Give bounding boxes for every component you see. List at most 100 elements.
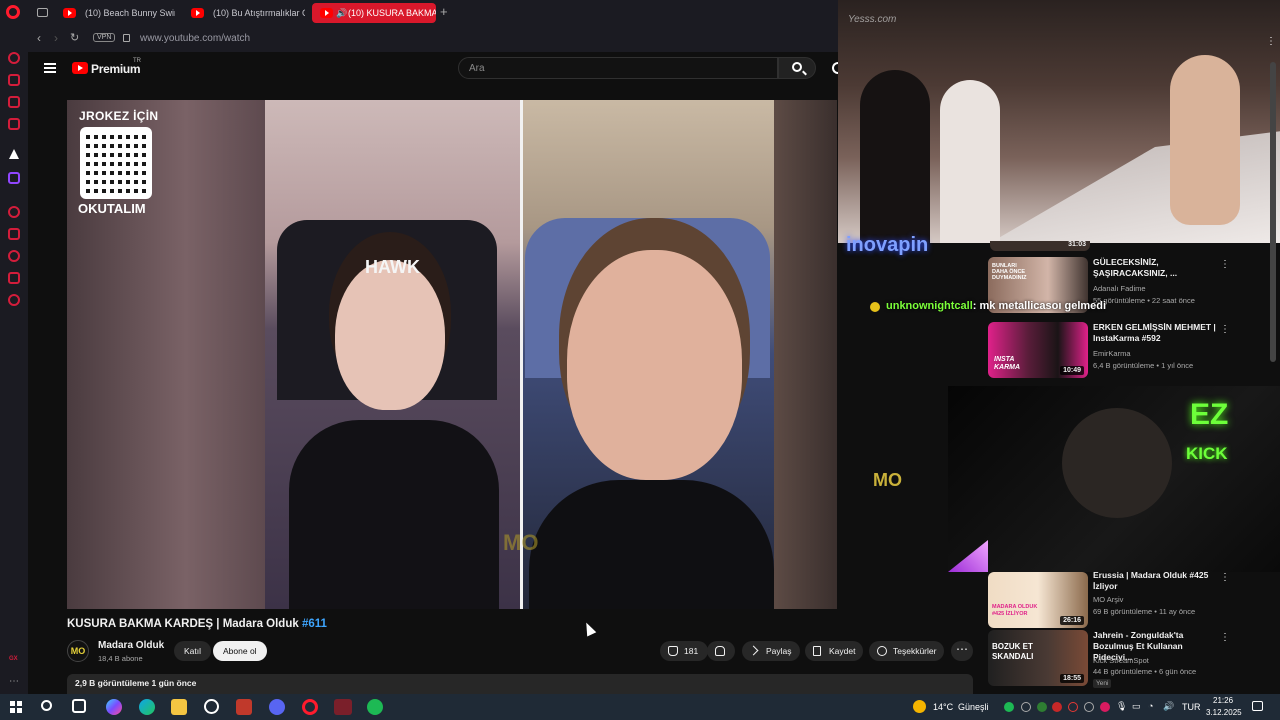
thanks-button[interactable]: Teşekkürler (869, 641, 945, 661)
tray-icon[interactable] (1052, 702, 1062, 712)
spotify-tray-icon[interactable] (1004, 702, 1014, 712)
taskbar-search-icon[interactable] (41, 700, 52, 711)
reload-icon[interactable]: ↻ (70, 31, 79, 44)
network-icon[interactable]: ▭ (1132, 701, 1141, 712)
person-left (335, 260, 445, 410)
volume-icon[interactable]: 🔊 (1163, 701, 1174, 712)
weather-temp[interactable]: 14°C (933, 702, 953, 712)
scrollbar-thumb[interactable] (1270, 62, 1276, 362)
join-button[interactable]: Katıl (174, 641, 212, 661)
description-box[interactable]: 2,9 B görüntüleme 1 gün önce (67, 674, 973, 694)
discord-icon[interactable] (269, 699, 285, 715)
twitch-icon[interactable] (8, 172, 20, 184)
more-options-icon[interactable]: ⋮ (1220, 259, 1230, 270)
share-icon (748, 645, 759, 656)
obs-icon[interactable] (204, 699, 219, 714)
search-button[interactable] (778, 57, 816, 79)
edge-icon[interactable] (139, 699, 155, 715)
share-button[interactable]: Paylaş (742, 641, 800, 661)
mail-icon[interactable] (8, 118, 20, 130)
tab-label: (10) Bu Atıştırmalıklar Gen (213, 8, 305, 18)
video-hashtag[interactable]: #611 (302, 618, 327, 630)
like-count: 181 (684, 646, 699, 656)
gx-icon[interactable]: GX (9, 656, 18, 662)
history-icon[interactable] (8, 206, 20, 218)
windows-start-icon[interactable] (10, 701, 22, 713)
youtube-favicon-icon (320, 8, 333, 18)
more-options-icon[interactable]: ⋮ (1220, 572, 1230, 583)
overlay-watermark: Yesss.com (848, 14, 897, 25)
sidebar-more-icon[interactable]: ⋯ (9, 676, 19, 687)
model-figure (1170, 55, 1240, 225)
url-text[interactable]: www.youtube.com/watch (140, 33, 250, 44)
recommendation-item[interactable]: INSTA KARMA 10:49 ERKEN GELMİŞSİN MEHMET … (988, 322, 1268, 380)
opera-gx-taskbar-icon[interactable] (334, 699, 352, 715)
downloads-icon[interactable] (8, 228, 20, 240)
video-player[interactable]: HAWK JROKEZ İÇİN OKUTALIM MO (67, 100, 837, 609)
tray-icon[interactable] (1021, 702, 1031, 712)
more-options-icon[interactable]: ⋮ (1220, 632, 1230, 643)
more-options-icon[interactable]: ⋮ (1220, 324, 1230, 335)
more-actions-button[interactable]: ⋯ (951, 641, 973, 661)
channel-avatar[interactable]: MO (67, 640, 89, 662)
video-title: KUSURA BAKMA KARDEŞ | Madara Olduk #611 (67, 618, 327, 630)
tray-icon[interactable] (1068, 702, 1078, 712)
opera-taskbar-icon[interactable] (302, 699, 318, 715)
youtube-premium-logo[interactable]: Premium (91, 62, 141, 76)
save-button[interactable]: Kaydet (805, 641, 864, 661)
subscribe-button[interactable]: Abone ol (213, 641, 267, 661)
aria-icon[interactable] (8, 52, 20, 64)
messenger-icon[interactable] (8, 96, 20, 108)
clock-icon[interactable] (8, 250, 20, 262)
language-indicator[interactable]: TUR (1182, 702, 1201, 712)
rec-thumbnail-partial[interactable]: 31:03 (990, 241, 1090, 251)
clock-time[interactable]: 21:26 (1213, 696, 1233, 705)
youtube-logo-icon[interactable] (72, 62, 88, 74)
person-right (567, 250, 742, 480)
page-scrollbar[interactable] (1269, 52, 1277, 692)
weather-label[interactable]: Güneşli (958, 702, 989, 712)
channel-name[interactable]: Madara Olduk (98, 640, 164, 651)
video-title-text: KUSURA BAKMA KARDEŞ | Madara Olduk (67, 618, 299, 630)
weather-sun-icon[interactable] (913, 700, 926, 713)
chat-message: unknownightcall: mk metallicasoı gelmedi (886, 300, 1106, 312)
audience-figure (940, 80, 1000, 243)
notification-icon[interactable] (1252, 701, 1263, 711)
browser-tab[interactable]: (10) Beach Bunny Swimw (55, 3, 175, 23)
menu-icon[interactable] (44, 63, 56, 73)
rec-meta: 55 görüntüleme • 22 saat önce (1093, 296, 1195, 305)
forward-icon[interactable]: › (54, 31, 58, 45)
browser-tab[interactable]: (10) Bu Atıştırmalıklar Gen (183, 3, 305, 23)
vpn-badge[interactable]: VPN (93, 33, 116, 42)
microphone-icon[interactable]: 🎙 (1116, 701, 1127, 712)
copilot-icon[interactable] (106, 699, 122, 715)
tray-icon[interactable] (1037, 702, 1047, 712)
chat-username: unknownightcall (886, 300, 973, 312)
rec-thumbnail: BOZUK ET SKANDALI 18:55 (988, 630, 1088, 686)
tab-manager-icon[interactable] (37, 8, 48, 17)
spotify-icon[interactable] (367, 699, 383, 715)
pinboard-icon[interactable] (8, 272, 20, 284)
voicemeeter-icon[interactable] (236, 699, 252, 715)
lock-icon (123, 34, 130, 42)
tiktok-icon[interactable] (9, 149, 19, 159)
rec-thumbnail-text: MADARA OLDUK #425 İZLİYOR (992, 604, 1038, 617)
shopping-icon[interactable] (8, 74, 20, 86)
tray-icon[interactable] (1100, 702, 1110, 712)
opera-logo-icon[interactable] (6, 5, 20, 19)
wifi-icon[interactable]: ◔ (1148, 701, 1153, 711)
recommendation-item[interactable]: BOZUK ET SKANDALI 18:55 Jahrein - Zonguld… (988, 630, 1268, 688)
recommendation-item[interactable]: MADARA OLDUK #425 İZLİYOR 26:16 Erussia |… (988, 568, 1268, 628)
like-button[interactable]: 181 (660, 641, 709, 661)
dislike-button[interactable] (707, 641, 735, 661)
new-tab-icon[interactable]: + (440, 4, 448, 19)
clock-date[interactable]: 3.12.2025 (1206, 708, 1242, 717)
back-icon[interactable]: ‹ (37, 31, 41, 45)
search-input[interactable]: Ara (458, 57, 778, 79)
file-explorer-icon[interactable] (171, 699, 187, 715)
browser-tab-active[interactable]: 🔊 (10) KUSURA BAKMA (312, 3, 436, 23)
tray-icon[interactable] (1084, 702, 1094, 712)
settings-icon[interactable] (8, 294, 20, 306)
task-view-icon[interactable] (72, 699, 86, 713)
rec-channel: MO Arşiv (1093, 595, 1124, 604)
